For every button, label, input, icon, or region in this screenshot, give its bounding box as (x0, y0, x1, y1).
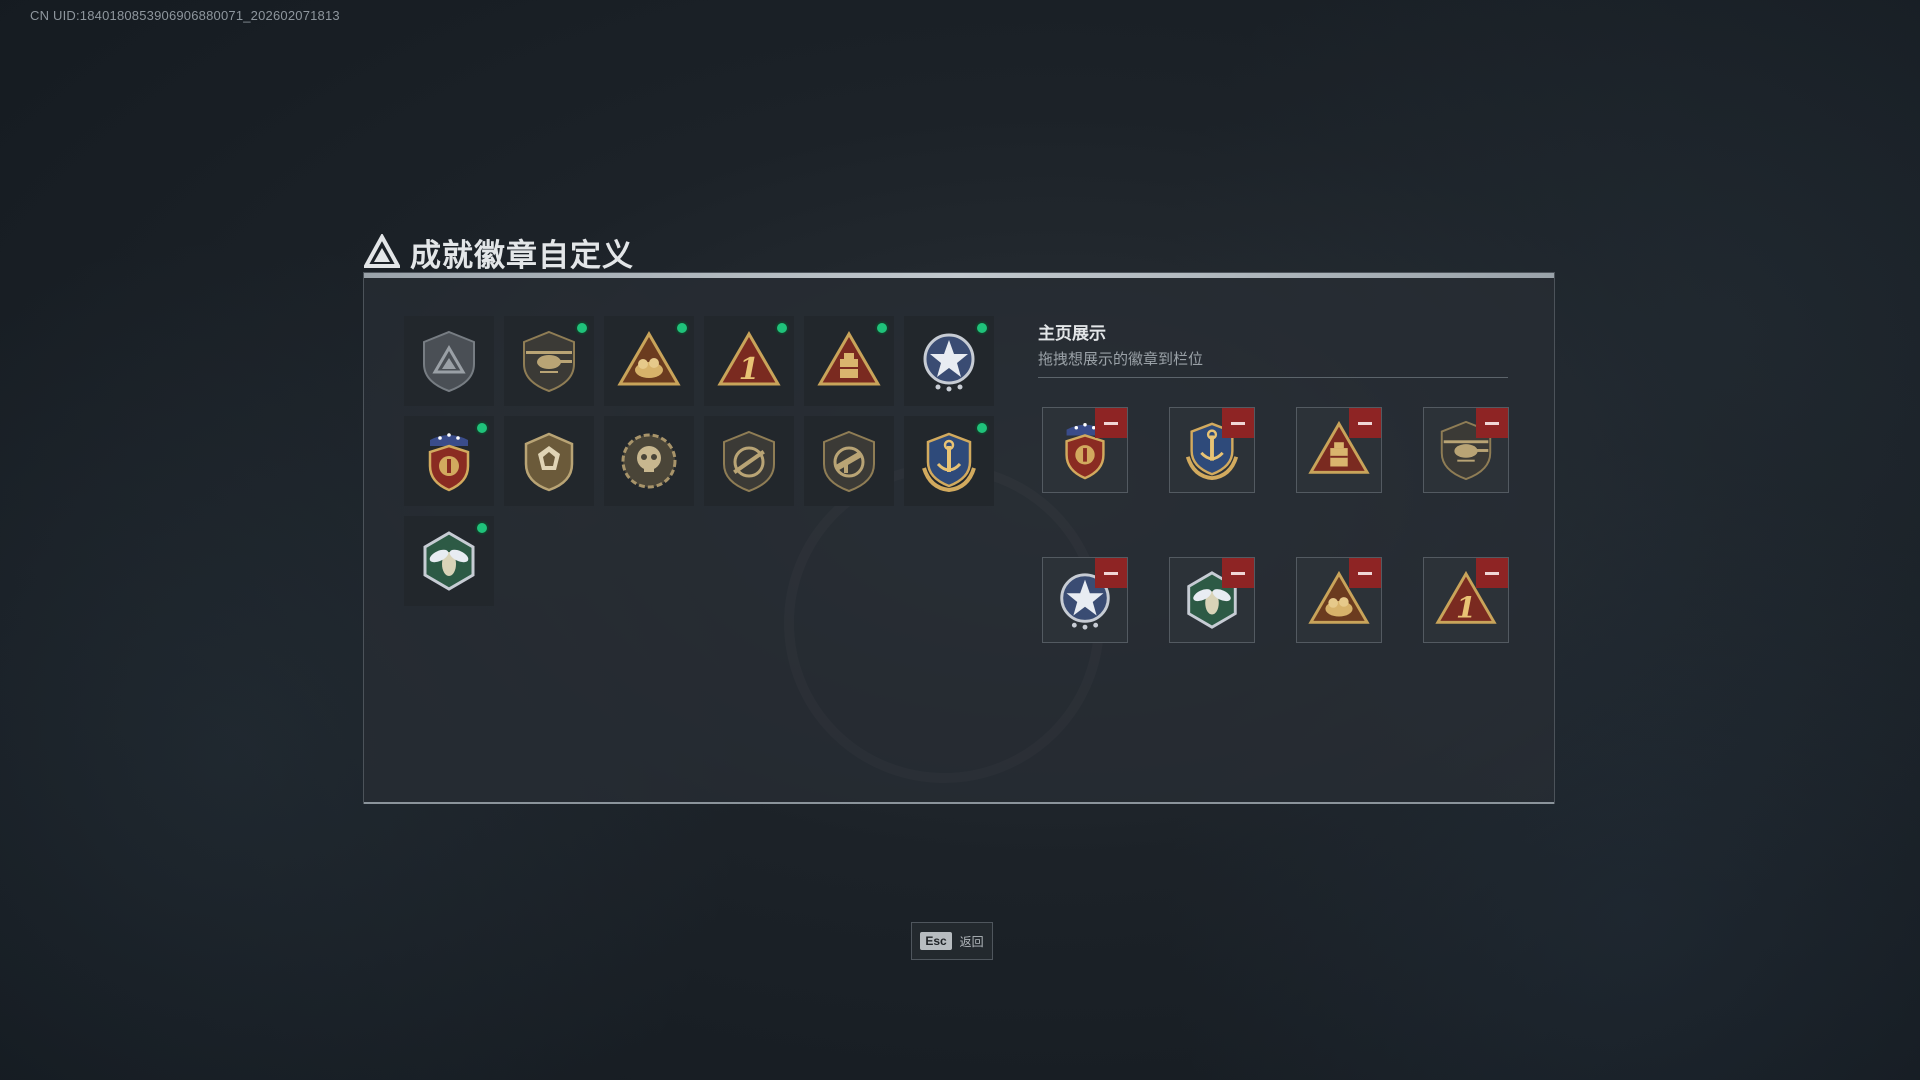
minus-icon (1231, 421, 1245, 425)
smg-shield-badge-icon (823, 430, 875, 493)
remove-badge-button[interactable] (1349, 558, 1381, 588)
showcase-slot[interactable]: 1 (1423, 557, 1509, 643)
crossed-rifle-shield-badge-icon (723, 430, 775, 493)
badge-customize-panel: 1 主页展示 拖拽想展示的徽章到栏位 1 (363, 272, 1555, 804)
minus-icon (1485, 571, 1499, 575)
green-hexagon-hornet-badge-icon (423, 531, 475, 591)
page-title: 成就徽章自定义 (410, 237, 634, 274)
badge-item[interactable] (804, 316, 894, 406)
remove-badge-button[interactable] (1095, 558, 1127, 588)
remove-badge-button[interactable] (1222, 408, 1254, 438)
delta-logo-icon (364, 234, 400, 268)
remove-badge-button[interactable] (1222, 558, 1254, 588)
svg-text:1: 1 (739, 352, 760, 387)
badge-item[interactable]: 1 (704, 316, 794, 406)
minus-icon (1231, 571, 1245, 575)
showcase-slot[interactable] (1042, 407, 1128, 493)
showcase-slot[interactable] (1423, 407, 1509, 493)
showcase-slot-grid: 1 (1042, 407, 1509, 643)
minus-icon (1104, 421, 1118, 425)
showcase-subtitle: 拖拽想展示的徽章到栏位 (1038, 350, 1204, 368)
badge-item[interactable] (704, 416, 794, 506)
bronze-crest-shield-badge-icon (524, 432, 574, 492)
gray-triangle-shield-badge-icon (423, 330, 475, 393)
panel-bottom-line (364, 802, 1554, 804)
dialog-header: 成就徽章自定义 (364, 232, 634, 274)
back-button[interactable]: Esc 返回 (911, 922, 993, 960)
blue-star-crest-badge-icon (923, 333, 975, 392)
minus-icon (1485, 421, 1499, 425)
badge-item[interactable] (804, 416, 894, 506)
showcase-title: 主页展示 (1038, 324, 1106, 344)
skull-gear-badge-icon (621, 433, 677, 489)
badge-inventory-grid: 1 (404, 316, 994, 606)
badge-item[interactable] (404, 516, 494, 606)
minus-icon (1358, 571, 1372, 575)
remove-badge-button[interactable] (1349, 408, 1381, 438)
svg-text:1: 1 (1456, 590, 1476, 624)
red-triangle-number-one-badge-icon: 1 (717, 331, 781, 387)
showcase-slot[interactable] (1296, 557, 1382, 643)
badge-item[interactable] (404, 316, 494, 406)
esc-key-hint: Esc (920, 932, 952, 950)
new-indicator-dot (575, 321, 589, 335)
badge-item[interactable] (504, 316, 594, 406)
new-indicator-dot (975, 421, 989, 435)
anchor-wreath-shield-badge-icon (922, 432, 976, 493)
badge-item[interactable] (604, 316, 694, 406)
showcase-slot[interactable] (1296, 407, 1382, 493)
remove-badge-button[interactable] (1476, 408, 1508, 438)
badge-item[interactable] (904, 416, 994, 506)
new-indicator-dot (775, 321, 789, 335)
new-indicator-dot (875, 321, 889, 335)
new-indicator-dot (975, 321, 989, 335)
showcase-slot[interactable] (1169, 557, 1255, 643)
helicopter-shield-badge-icon (523, 330, 575, 393)
winged-eagle-stars-badge-icon (428, 433, 470, 492)
badge-item[interactable] (404, 416, 494, 506)
new-indicator-dot (475, 521, 489, 535)
uid-label: CN UID:1840180853906906880071_2026020718… (30, 8, 340, 23)
minus-icon (1358, 421, 1372, 425)
showcase-slot[interactable] (1169, 407, 1255, 493)
new-indicator-dot (675, 321, 689, 335)
showcase-header: 主页展示 拖拽想展示的徽章到栏位 (1038, 319, 1508, 378)
back-label: 返回 (959, 934, 984, 949)
gold-triangle-crate-badge-icon (817, 331, 881, 386)
new-indicator-dot (475, 421, 489, 435)
panel-top-bar (364, 273, 1554, 278)
gold-triangle-bundle-badge-icon (617, 331, 681, 386)
badge-item[interactable] (904, 316, 994, 406)
remove-badge-button[interactable] (1476, 558, 1508, 588)
badge-item[interactable] (604, 416, 694, 506)
badge-item[interactable] (504, 416, 594, 506)
minus-icon (1104, 571, 1118, 575)
remove-badge-button[interactable] (1095, 408, 1127, 438)
showcase-slot[interactable] (1042, 557, 1128, 643)
